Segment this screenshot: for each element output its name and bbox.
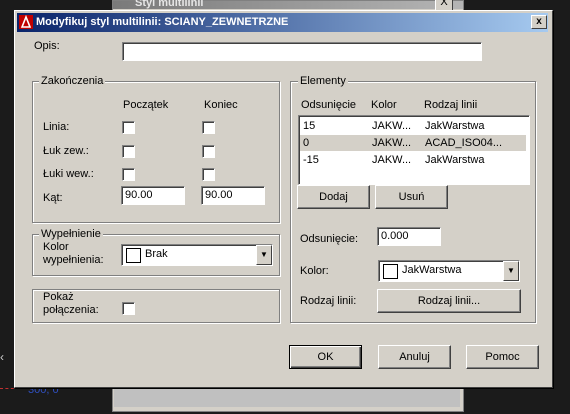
autocad-logo-icon [19,15,33,29]
angle-start-input[interactable]: 90.00 [121,186,185,205]
background-window-title: Styl multilinii [135,0,204,9]
color-swatch [383,264,398,279]
row-color: JAKW... [372,137,412,149]
row-offset: -15 [303,154,319,166]
fill-color-label-line2: wypełnienia: [43,254,104,266]
fill-group-title: Wypełnienie [39,228,103,240]
outer-arc-label: Łuk zew.: [43,145,89,157]
outer-arc-start-checkbox[interactable] [122,145,135,158]
help-button[interactable]: Pomoc [466,345,539,369]
angle-label: Kąt: [43,192,63,204]
drawing-line [0,388,30,391]
endings-end-header: Koniec [204,99,238,111]
row-linetype: JakWarstwa [425,120,485,132]
line-ending-label: Linia: [43,121,70,133]
elements-list[interactable]: 15 JAKW... JakWarstwa 0 JAKW... ACAD_ISO… [298,115,530,185]
modify-multiline-style-dialog: Modyfikuj styl multilinii: SCIANY_ZEWNET… [14,10,553,388]
show-joints-checkbox[interactable] [122,302,135,315]
row-color: JAKW... [372,120,412,132]
offset-input[interactable]: 0.000 [377,227,441,246]
offset-column-header: Odsunięcie [301,99,357,111]
dialog-title-bar[interactable]: Modyfikuj styl multilinii: SCIANY_ZEWNET… [17,13,548,32]
show-joints-label-line2: połączenia: [43,304,99,316]
add-button[interactable]: Dodaj [297,185,370,209]
line-start-checkbox[interactable] [122,121,135,134]
angle-end-input[interactable]: 90.00 [201,186,265,205]
table-row[interactable]: 0 JAKW... ACAD_ISO04... [300,135,526,151]
fill-color-value: Brak [145,248,168,260]
chevron-left-icon: ‹ [0,350,4,364]
fill-color-swatch [126,248,141,263]
inner-arcs-start-checkbox[interactable] [122,168,135,181]
linetype-column-header: Rodzaj linii [424,99,478,111]
inner-arcs-label: Łuki wew.: [43,168,94,180]
line-end-checkbox[interactable] [202,121,215,134]
offset-label: Odsunięcie: [300,233,359,245]
linetype-button[interactable]: Rodzaj linii... [377,289,521,313]
row-color: JAKW... [372,154,412,166]
dialog-title: Modyfikuj styl multilinii: SCIANY_ZEWNET… [36,16,289,28]
background-title-bar: Styl multilinii X [113,0,463,11]
close-button[interactable]: x [531,15,547,29]
background-window-bottom [114,387,460,407]
angle-end-value: 90.00 [205,189,233,201]
row-linetype: JakWarstwa [425,154,485,166]
fill-color-label-line1: Kolor [43,241,69,253]
endings-group-title: Zakończenia [39,75,106,87]
color-column-header: Kolor [371,99,397,111]
angle-start-value: 90.00 [125,189,153,201]
chevron-down-icon[interactable]: ▼ [256,245,272,265]
table-row[interactable]: 15 JAKW... JakWarstwa [300,118,526,134]
color-select[interactable]: JakWarstwa ▼ [378,260,520,282]
inner-arcs-end-checkbox[interactable] [202,168,215,181]
cancel-button[interactable]: Anuluj [378,345,451,369]
fill-color-select[interactable]: Brak ▼ [121,244,273,266]
row-linetype: ACAD_ISO04... [425,137,503,149]
description-label: Opis: [34,40,60,52]
outer-arc-end-checkbox[interactable] [202,145,215,158]
row-offset: 15 [303,120,316,132]
show-joints-label-line1: Pokaż [43,291,74,303]
offset-value: 0.000 [381,230,409,242]
color-value: JakWarstwa [402,264,462,276]
linetype-label: Rodzaj linii: [300,295,357,307]
chevron-down-icon[interactable]: ▼ [503,261,519,281]
elements-group-title: Elementy [298,75,348,87]
table-row[interactable]: -15 JAKW... JakWarstwa [300,152,526,168]
ok-button[interactable]: OK [289,345,362,369]
color-label: Kolor: [300,265,329,277]
remove-button[interactable]: Usuń [375,185,448,209]
description-input[interactable] [122,42,482,61]
endings-start-header: Początek [123,99,169,111]
row-offset: 0 [303,137,310,149]
